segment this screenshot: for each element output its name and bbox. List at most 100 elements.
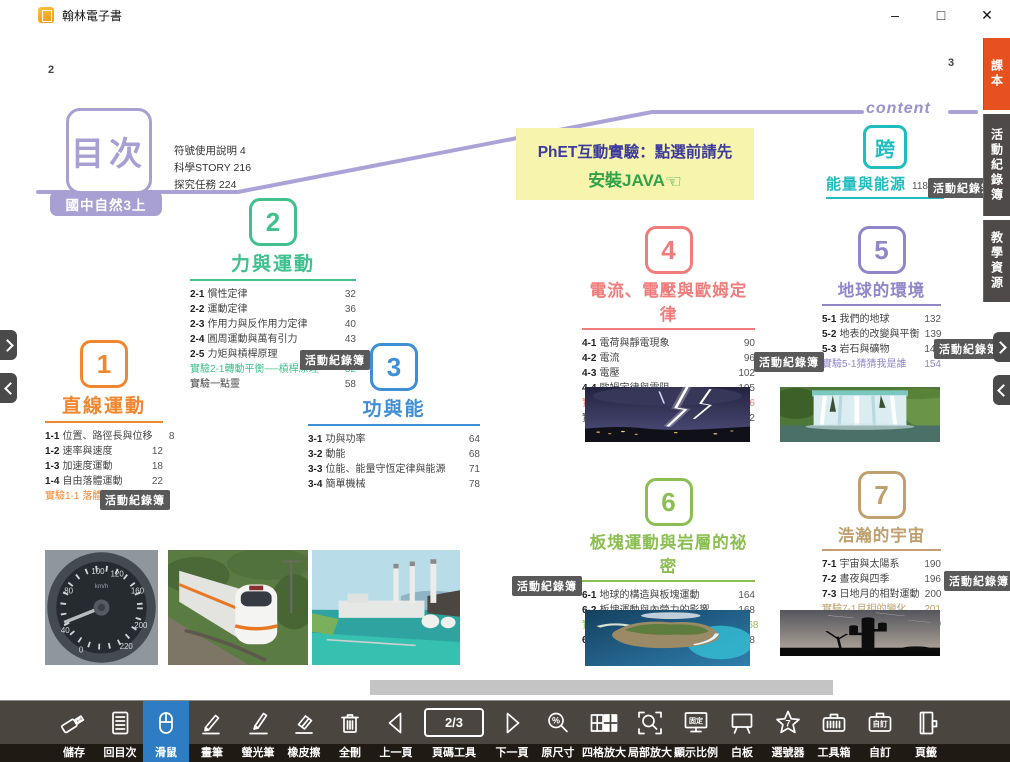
chapter-7-title[interactable]: 浩瀚的宇宙: [822, 522, 941, 551]
chapter-6-title[interactable]: 板塊運動與岩層的祕密: [582, 529, 755, 582]
toc-item[interactable]: 1-2速率與速度12: [45, 442, 163, 457]
highlighter-icon: [243, 701, 273, 744]
original-size-button[interactable]: %原尺寸: [535, 701, 581, 762]
chapter-4-icon[interactable]: 4: [645, 226, 693, 274]
chapter-7-icon[interactable]: 7: [858, 471, 906, 519]
chapter-2-title[interactable]: 力與運動: [190, 249, 356, 281]
toc-item-number: 1-4: [45, 476, 59, 487]
phet-banner[interactable]: PhET互動實驗：點選前請先 安裝JAVA☜: [516, 128, 754, 200]
toc-item[interactable]: 2-1慣性定律32: [190, 285, 356, 300]
area-zoom-button[interactable]: 局部放大: [627, 701, 673, 762]
pen-tool-button[interactable]: 畫筆: [189, 701, 235, 762]
toc-item[interactable]: 1-4自由落體運動22: [45, 472, 163, 487]
toc-item-number: 7-1: [822, 559, 836, 570]
front-matter-item[interactable]: 探究任務 224: [174, 177, 251, 194]
toc-item-page: 190: [923, 559, 941, 570]
toc-item-page: 96: [737, 353, 755, 364]
toc-item[interactable]: 3-1功與功率64: [308, 430, 480, 445]
photo-cactus-night: [780, 610, 940, 656]
chapter-1-icon[interactable]: 1: [80, 340, 128, 388]
maximize-button[interactable]: □: [918, 0, 964, 30]
number-picker-button[interactable]: 7選號器: [765, 701, 811, 762]
chapter-5-title[interactable]: 地球的環境: [822, 277, 941, 306]
nav-prev-arrow-left[interactable]: [0, 373, 17, 403]
page-number-tool[interactable]: 2/3頁碼工具: [419, 701, 489, 762]
close-button[interactable]: ✕: [964, 0, 1010, 30]
delete-all-button[interactable]: 全刪: [327, 701, 373, 762]
toc-item[interactable]: 3-4簡單機械78: [308, 475, 480, 490]
toc-item[interactable]: 1-3加速度運動18: [45, 457, 163, 472]
toc-item[interactable]: 4-3電壓102: [582, 364, 755, 379]
toc-item[interactable]: 5-2地表的改變與平衡139: [822, 325, 941, 340]
chapter-5-icon[interactable]: 5: [858, 226, 906, 274]
save-button[interactable]: 儲存: [51, 701, 97, 762]
nav-next-arrow-right[interactable]: [993, 332, 1010, 362]
toc-item-number: 4-1: [582, 338, 596, 349]
toolbar-item-label: 選號器: [772, 744, 805, 762]
tab-textbook[interactable]: 課本: [983, 38, 1010, 110]
toc-item-page: 78: [462, 479, 480, 490]
toc-item[interactable]: 2-3作用力與反作用力定律40: [190, 315, 356, 330]
highlighter-tool-button[interactable]: 螢光筆: [235, 701, 281, 762]
toc-item-title: 位置、路徑長與位移: [62, 427, 152, 442]
horizontal-scrollbar-thumb[interactable]: [370, 680, 833, 695]
cross-section-title[interactable]: 能量與能源: [826, 173, 906, 194]
chapter-4-title[interactable]: 電流、電壓與歐姆定律: [582, 277, 755, 330]
activity-log-badge[interactable]: 活動紀錄簿: [754, 352, 824, 372]
quad-zoom-button[interactable]: 四格放大: [581, 701, 627, 762]
page-indicator-box[interactable]: 2/3: [424, 708, 484, 737]
toc-item[interactable]: 7-3日地月的相對運動200: [822, 585, 941, 600]
toc-item-page: 200: [923, 589, 941, 600]
chapter-1-title[interactable]: 直線運動: [45, 391, 163, 423]
toc-item[interactable]: 1-1位置、路徑長與位移8: [45, 427, 163, 442]
page-tab-button[interactable]: 頁籤: [903, 701, 949, 762]
activity-log-badge[interactable]: 活動紀錄簿: [944, 571, 1010, 591]
mouse-tool-button[interactable]: 滑鼠: [143, 701, 189, 762]
prev-page-button[interactable]: 上一頁: [373, 701, 419, 762]
activity-log-badge[interactable]: 活動紀錄簿: [100, 490, 170, 510]
tab-teaching-resources[interactable]: 教學資源: [983, 220, 1010, 302]
photo-island: [585, 610, 750, 666]
toc-item[interactable]: 實驗5-1猜猜我是誰154: [822, 355, 941, 370]
toc-item[interactable]: 4-1電荷與靜電現象90: [582, 334, 755, 349]
custom-button[interactable]: 自訂自訂: [857, 701, 903, 762]
toc-item[interactable]: 5-1我們的地球132: [822, 310, 941, 325]
toc-item[interactable]: 6-1地球的構造與板塊運動164: [582, 586, 755, 601]
cross-section-icon[interactable]: 跨: [863, 125, 907, 169]
toc-item[interactable]: 3-2動能68: [308, 445, 480, 460]
chapter-3-icon[interactable]: 3: [370, 343, 418, 391]
nav-next-arrow-left[interactable]: [0, 330, 17, 360]
nav-prev-arrow-right[interactable]: [993, 375, 1010, 405]
toc-item-number: 5-3: [822, 344, 836, 355]
toolbox-button[interactable]: 工具箱: [811, 701, 857, 762]
toc-title-box: 目次: [66, 108, 152, 194]
chapter-6-icon[interactable]: 6: [645, 478, 693, 526]
display-ratio-button[interactable]: 固定顯示比例: [673, 701, 719, 762]
whiteboard-button[interactable]: 白板: [719, 701, 765, 762]
back-to-toc-button[interactable]: 回目次: [97, 701, 143, 762]
next-page-button[interactable]: 下一頁: [489, 701, 535, 762]
toc-item-title: 運動定律: [207, 300, 334, 315]
chapter-2-icon[interactable]: 2: [249, 198, 297, 246]
toc-item[interactable]: 4-2電流96: [582, 349, 755, 364]
eraser-tool-button[interactable]: 橡皮擦: [281, 701, 327, 762]
display-ratio-icon: 固定: [681, 701, 711, 744]
toc-item-title: 電壓: [599, 364, 733, 379]
activity-log-badge[interactable]: 活動紀錄簿: [300, 350, 370, 370]
minimize-button[interactable]: –: [872, 0, 918, 30]
toc-icon: [105, 701, 135, 744]
toc-item[interactable]: 5-3岩石與礦物149: [822, 340, 941, 355]
toc-item[interactable]: 2-2運動定律36: [190, 300, 356, 315]
toc-item[interactable]: 3-3位能、能量守恆定律與能源71: [308, 460, 480, 475]
activity-log-badge[interactable]: 活動紀錄簿: [512, 576, 582, 596]
prev-icon: [381, 701, 411, 744]
custom-toolbox-icon: 自訂: [865, 701, 895, 744]
front-matter-item[interactable]: 符號使用說明 4: [174, 143, 251, 160]
toc-item-page: 90: [737, 338, 755, 349]
chapter-1: 1直線運動1-1位置、路徑長與位移81-2速率與速度121-3加速度運動181-…: [45, 340, 163, 502]
tab-activity-log[interactable]: 活動紀錄簿: [983, 114, 1010, 216]
toc-item[interactable]: 7-2晝夜與四季196: [822, 570, 941, 585]
chapter-3-title[interactable]: 功與能: [308, 394, 480, 426]
toc-item[interactable]: 7-1宇宙與太陽系190: [822, 555, 941, 570]
front-matter-item[interactable]: 科學STORY 216: [174, 160, 251, 177]
